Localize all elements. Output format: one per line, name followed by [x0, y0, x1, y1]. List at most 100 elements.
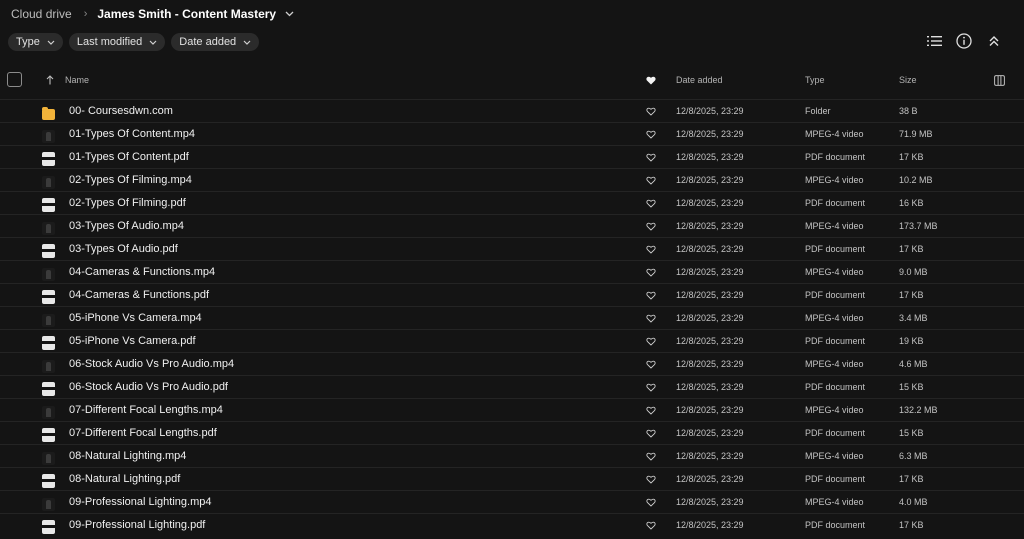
favourite-heart-icon[interactable]	[646, 468, 656, 490]
file-type: MPEG-4 video	[805, 313, 864, 323]
file-name[interactable]: 04-Cameras & Functions.pdf	[69, 284, 209, 306]
filter-bar: Type Last modified Date added	[8, 33, 260, 51]
file-row[interactable]: 07-Different Focal Lengths.pdf 12/8/2025,…	[0, 421, 1024, 444]
file-row[interactable]: 04-Cameras & Functions.mp4 12/8/2025, 23:…	[0, 260, 1024, 283]
columns-settings-icon[interactable]	[994, 68, 1005, 92]
chevron-down-icon	[149, 40, 157, 45]
file-row[interactable]: 00- Coursesdwn.com 12/8/2025, 23:29 Folder…	[0, 99, 1024, 122]
file-thumbnail	[42, 169, 55, 191]
breadcrumb-current-folder[interactable]: James Smith - Content Mastery	[97, 7, 276, 21]
file-row[interactable]: 07-Different Focal Lengths.mp4 12/8/2025,…	[0, 398, 1024, 421]
favourite-heart-icon[interactable]	[646, 261, 656, 283]
file-row[interactable]: 05-iPhone Vs Camera.pdf 12/8/2025, 23:29 P…	[0, 329, 1024, 352]
file-name[interactable]: 08-Natural Lighting.pdf	[69, 468, 180, 490]
file-date-added: 12/8/2025, 23:29	[676, 175, 744, 185]
file-row[interactable]: 08-Natural Lighting.mp4 12/8/2025, 23:29 M…	[0, 444, 1024, 467]
file-type: Folder	[805, 106, 831, 116]
file-row[interactable]: 01-Types Of Content.pdf 12/8/2025, 23:29 P…	[0, 145, 1024, 168]
pdf-file-icon	[42, 198, 55, 212]
favourite-heart-icon[interactable]	[646, 330, 656, 352]
favourite-heart-icon[interactable]	[646, 284, 656, 306]
favourite-heart-icon[interactable]	[646, 491, 656, 513]
file-row[interactable]: 09-Professional Lighting.pdf 12/8/2025, 2…	[0, 513, 1024, 536]
list-view-icon[interactable]	[926, 33, 942, 49]
favourite-heart-icon[interactable]	[646, 238, 656, 260]
file-thumbnail	[42, 399, 55, 421]
file-name[interactable]: 03-Types Of Audio.pdf	[69, 238, 178, 260]
file-name[interactable]: 01-Types Of Content.pdf	[69, 146, 189, 168]
file-name[interactable]: 06-Stock Audio Vs Pro Audio.mp4	[69, 353, 234, 375]
breadcrumb-root-link[interactable]: Cloud drive	[11, 7, 72, 21]
info-icon[interactable]	[956, 33, 972, 49]
file-date-added: 12/8/2025, 23:29	[676, 290, 744, 300]
favourite-heart-icon[interactable]	[646, 146, 656, 168]
file-name[interactable]: 04-Cameras & Functions.mp4	[69, 261, 215, 283]
favourite-heart-icon[interactable]	[646, 192, 656, 214]
column-header-date-added[interactable]: Date added	[676, 68, 723, 92]
file-name[interactable]: 07-Different Focal Lengths.pdf	[69, 422, 217, 444]
file-row[interactable]: 02-Types Of Filming.pdf 12/8/2025, 23:29 P…	[0, 191, 1024, 214]
file-thumbnail	[42, 307, 55, 329]
file-thumbnail	[42, 468, 55, 490]
file-thumbnail	[42, 238, 55, 260]
filter-date-added-dropdown[interactable]: Date added	[171, 33, 260, 51]
favourite-heart-icon[interactable]	[646, 100, 656, 122]
file-size: 173.7 MB	[899, 221, 938, 231]
file-date-added: 12/8/2025, 23:29	[676, 313, 744, 323]
file-name[interactable]: 09-Professional Lighting.mp4	[69, 491, 211, 513]
file-row[interactable]: 08-Natural Lighting.pdf 12/8/2025, 23:29 P…	[0, 467, 1024, 490]
file-row[interactable]: 02-Types Of Filming.mp4 12/8/2025, 23:29 M…	[0, 168, 1024, 191]
file-name[interactable]: 02-Types Of Filming.mp4	[69, 169, 192, 191]
file-row[interactable]: 06-Stock Audio Vs Pro Audio.mp4 12/8/2025…	[0, 352, 1024, 375]
favourite-heart-filled-icon[interactable]	[646, 68, 656, 92]
file-date-added: 12/8/2025, 23:29	[676, 497, 744, 507]
file-row[interactable]: 05-iPhone Vs Camera.mp4 12/8/2025, 23:29 M…	[0, 306, 1024, 329]
file-type: PDF document	[805, 520, 866, 530]
file-type: PDF document	[805, 198, 866, 208]
filter-type-dropdown[interactable]: Type	[8, 33, 63, 51]
folder-menu-chevron-down-icon[interactable]	[285, 11, 294, 17]
favourite-heart-icon[interactable]	[646, 445, 656, 467]
file-name[interactable]: 00- Coursesdwn.com	[69, 100, 173, 122]
file-row[interactable]: 03-Types Of Audio.pdf 12/8/2025, 23:29 PDF…	[0, 237, 1024, 260]
file-name[interactable]: 02-Types Of Filming.pdf	[69, 192, 186, 214]
file-name[interactable]: 08-Natural Lighting.mp4	[69, 445, 186, 467]
file-name[interactable]: 05-iPhone Vs Camera.mp4	[69, 307, 202, 329]
file-name[interactable]: 01-Types Of Content.mp4	[69, 123, 195, 145]
column-header-type[interactable]: Type	[805, 68, 825, 92]
favourite-heart-icon[interactable]	[646, 514, 656, 536]
sort-ascending-arrow-icon[interactable]	[46, 68, 54, 92]
favourite-heart-icon[interactable]	[646, 215, 656, 237]
video-thumbnail-icon	[42, 176, 55, 189]
file-row[interactable]: 01-Types Of Content.mp4 12/8/2025, 23:29 M…	[0, 122, 1024, 145]
select-all-checkbox[interactable]	[7, 72, 22, 87]
file-name[interactable]: 07-Different Focal Lengths.mp4	[69, 399, 223, 421]
file-thumbnail	[42, 284, 55, 306]
chevron-down-icon	[243, 40, 251, 45]
file-type: MPEG-4 video	[805, 497, 864, 507]
filter-last-modified-dropdown[interactable]: Last modified	[68, 33, 166, 51]
file-name[interactable]: 03-Types Of Audio.mp4	[69, 215, 184, 237]
file-type: MPEG-4 video	[805, 175, 864, 185]
column-header-name[interactable]: Name	[65, 68, 89, 92]
favourite-heart-icon[interactable]	[646, 376, 656, 398]
favourite-heart-icon[interactable]	[646, 307, 656, 329]
file-row[interactable]: 09-Professional Lighting.mp4 12/8/2025, 2…	[0, 490, 1024, 513]
file-name[interactable]: 05-iPhone Vs Camera.pdf	[69, 330, 196, 352]
file-row[interactable]: 04-Cameras & Functions.pdf 12/8/2025, 23:…	[0, 283, 1024, 306]
file-name[interactable]: 09-Professional Lighting.pdf	[69, 514, 205, 536]
favourite-heart-icon[interactable]	[646, 169, 656, 191]
file-row[interactable]: 03-Types Of Audio.mp4 12/8/2025, 23:29 MPE…	[0, 214, 1024, 237]
favourite-heart-icon[interactable]	[646, 422, 656, 444]
favourite-heart-icon[interactable]	[646, 353, 656, 375]
file-size: 9.0 MB	[899, 267, 928, 277]
pdf-file-icon	[42, 244, 55, 258]
favourite-heart-icon[interactable]	[646, 399, 656, 421]
file-name[interactable]: 06-Stock Audio Vs Pro Audio.pdf	[69, 376, 228, 398]
file-row[interactable]: 06-Stock Audio Vs Pro Audio.pdf 12/8/2025…	[0, 375, 1024, 398]
column-header-size[interactable]: Size	[899, 68, 917, 92]
breadcrumb-separator-icon: ›	[83, 8, 88, 20]
collapse-icon[interactable]	[986, 33, 1002, 49]
file-type: PDF document	[805, 290, 866, 300]
favourite-heart-icon[interactable]	[646, 123, 656, 145]
